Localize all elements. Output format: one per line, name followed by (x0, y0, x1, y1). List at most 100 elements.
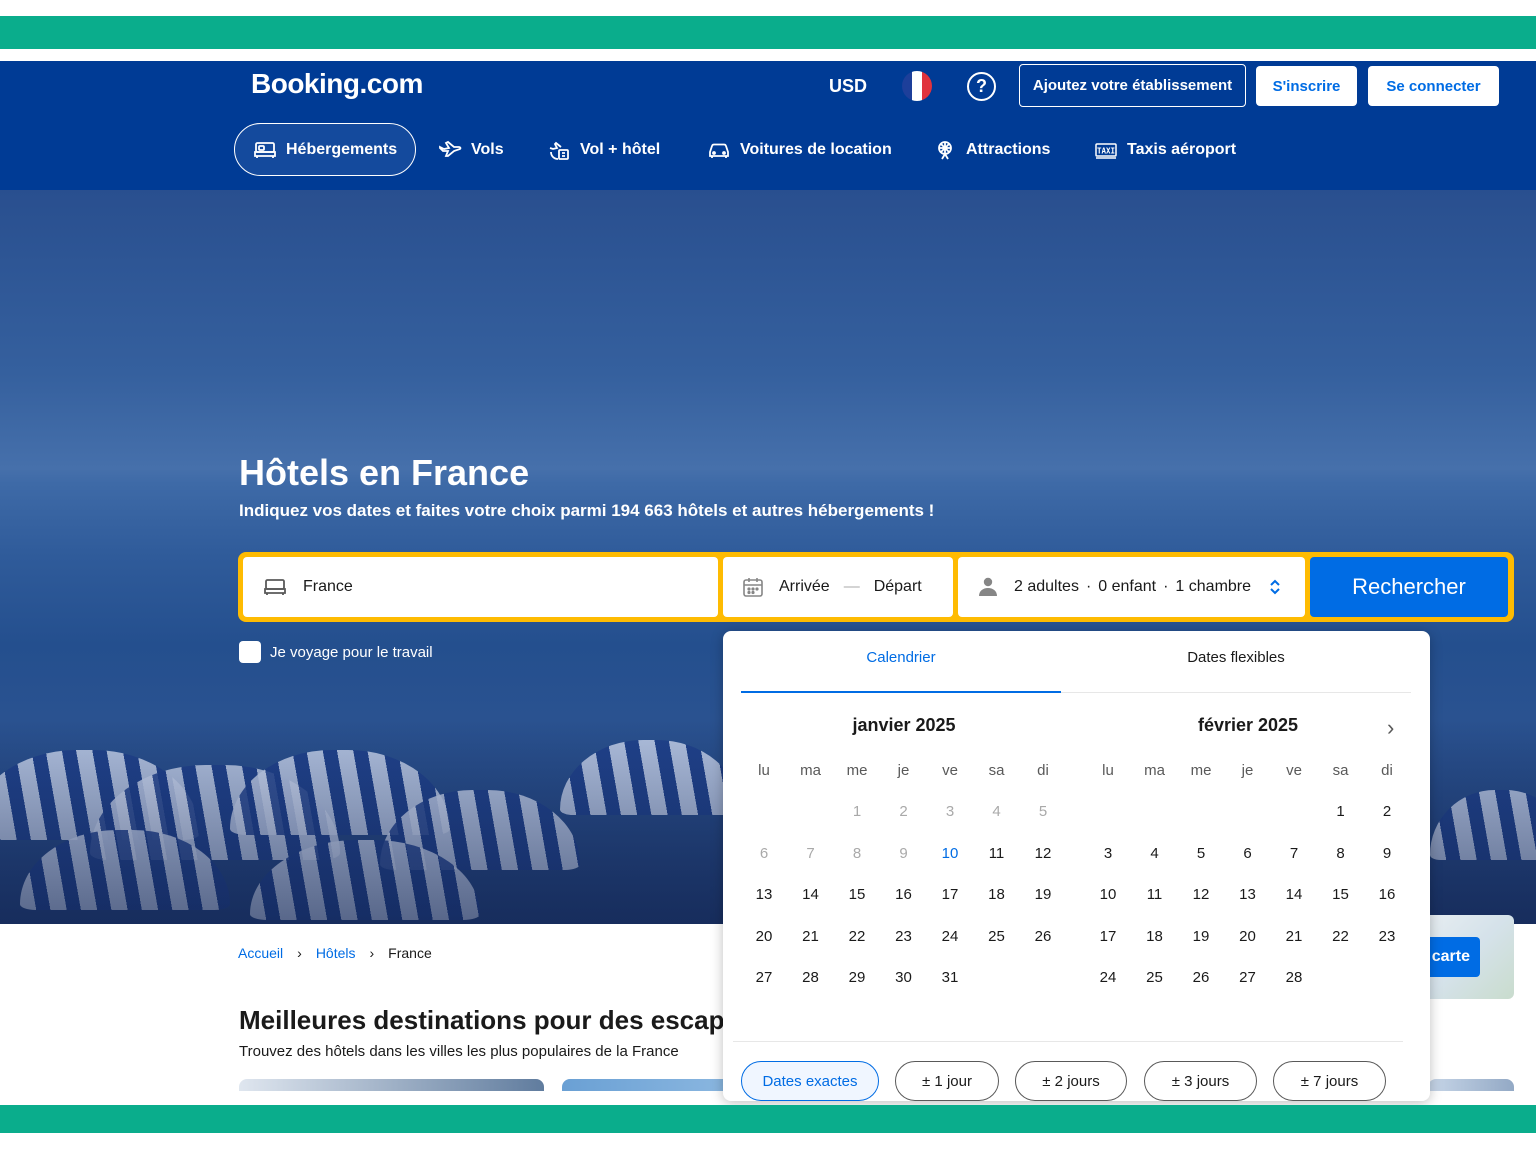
calendar-day[interactable]: 22 (1318, 916, 1364, 956)
calendar-day[interactable]: 23 (881, 916, 927, 956)
destination-field[interactable]: France (243, 557, 718, 617)
search-bar: France Arrivée — Départ 2 adultes · 0 en… (238, 552, 1514, 622)
nav-tab-flights[interactable]: Vols (438, 123, 504, 176)
calendar-day[interactable]: 6 (1225, 833, 1271, 873)
chip-plus-minus-3-days[interactable]: ± 3 jours (1144, 1061, 1257, 1101)
weekday-label: je (1241, 761, 1254, 779)
calendar-day[interactable]: 18 (1132, 916, 1178, 956)
weekday-label: di (1037, 761, 1049, 779)
calendar-day[interactable]: 21 (788, 916, 834, 956)
sign-in-button[interactable]: Se connecter (1368, 66, 1499, 106)
work-trip-checkbox[interactable] (239, 641, 261, 663)
booking-logo[interactable]: Booking.com (251, 68, 423, 100)
breadcrumb: Accueil › Hôtels › France (238, 945, 432, 961)
currency-selector[interactable]: USD (829, 76, 867, 97)
calendar-day[interactable]: 18 (974, 875, 1020, 915)
car-icon (709, 143, 729, 158)
page: Booking.com USD ? Ajoutez votre établiss… (0, 0, 1536, 1152)
calendar-day[interactable]: 10 (927, 833, 973, 873)
calendar-day[interactable]: 28 (1271, 958, 1317, 998)
calendar-day[interactable]: 27 (1225, 958, 1271, 998)
calendar-day[interactable]: 19 (1178, 916, 1224, 956)
add-property-button[interactable]: Ajoutez votre établissement (1019, 64, 1246, 107)
calendar-day[interactable]: 16 (1364, 875, 1410, 915)
calendar-day[interactable]: 10 (1085, 875, 1131, 915)
calendar-day[interactable]: 26 (1020, 916, 1066, 956)
destination-card[interactable] (239, 1079, 544, 1091)
section-title: Meilleures destinations pour des escapad… (239, 1005, 784, 1035)
weekday-label: ve (1286, 761, 1302, 779)
calendar-day[interactable]: 29 (834, 958, 880, 998)
dates-field[interactable]: Arrivée — Départ (723, 557, 953, 617)
calendar-day[interactable]: 24 (927, 916, 973, 956)
calendar-day[interactable]: 13 (741, 875, 787, 915)
calendar-day[interactable]: 3 (1085, 833, 1131, 873)
work-trip-option[interactable]: Je voyage pour le travail (239, 641, 433, 663)
calendar-day[interactable]: 2 (1364, 792, 1410, 832)
calendar-day[interactable]: 30 (881, 958, 927, 998)
chip-exact-dates[interactable]: Dates exactes (741, 1061, 879, 1101)
calendar-day[interactable]: 17 (1085, 916, 1131, 956)
calendar-day[interactable]: 12 (1178, 875, 1224, 915)
nav-tab-attractions[interactable]: Attractions (933, 123, 1050, 176)
calendar-day[interactable]: 24 (1085, 958, 1131, 998)
calendar-day[interactable]: 5 (1178, 833, 1224, 873)
calendar-day[interactable]: 20 (1225, 916, 1271, 956)
calendar-day: 3 (945, 803, 955, 820)
chip-plus-minus-7-days[interactable]: ± 7 jours (1273, 1061, 1386, 1101)
calendar-day[interactable]: 22 (834, 916, 880, 956)
calendar-day[interactable]: 11 (1132, 875, 1178, 915)
weekday-label: sa (1332, 761, 1349, 779)
language-flag-icon[interactable] (902, 71, 932, 101)
calendar-day[interactable]: 9 (1364, 833, 1410, 873)
work-trip-label: Je voyage pour le travail (270, 643, 433, 661)
breadcrumb-home[interactable]: Accueil (238, 945, 283, 961)
check-out-label: Départ (873, 578, 922, 595)
calendar-day[interactable]: 31 (927, 958, 973, 998)
calendar-day[interactable]: 13 (1225, 875, 1271, 915)
children-count: 0 enfant (1098, 578, 1157, 595)
calendar-day[interactable]: 17 (927, 875, 973, 915)
calendar-day[interactable]: 15 (1318, 875, 1364, 915)
calendar-day[interactable]: 21 (1271, 916, 1317, 956)
next-month-icon[interactable]: › (1387, 715, 1407, 740)
calendar-day[interactable]: 7 (1271, 833, 1317, 873)
register-button[interactable]: S'inscrire (1256, 66, 1357, 106)
nav-tab-car-rental[interactable]: Voitures de location (707, 123, 892, 176)
breadcrumb-hotels[interactable]: Hôtels (316, 945, 356, 961)
destination-card[interactable] (562, 1079, 732, 1091)
calendar-day[interactable]: 14 (1271, 875, 1317, 915)
calendar-day[interactable]: 1 (1318, 792, 1364, 832)
calendar-day[interactable]: 15 (834, 875, 880, 915)
chip-plus-minus-2-days[interactable]: ± 2 jours (1015, 1061, 1127, 1101)
calendar-day[interactable]: 25 (974, 916, 1020, 956)
search-button[interactable]: Rechercher (1310, 557, 1508, 617)
calendar-day[interactable]: 11 (974, 833, 1020, 873)
calendar-day[interactable]: 19 (1020, 875, 1066, 915)
footer-divider (733, 1041, 1403, 1042)
calendar-day[interactable]: 28 (788, 958, 834, 998)
calendar-day[interactable]: 20 (741, 916, 787, 956)
calendar-day[interactable]: 4 (1132, 833, 1178, 873)
occupancy-field[interactable]: 2 adultes · 0 enfant · 1 chambre (958, 557, 1305, 617)
tab-flexible-dates[interactable]: Dates flexibles (1061, 649, 1411, 666)
nav-tab-airport-taxis[interactable]: TAXI Taxis aéroport (1094, 123, 1236, 176)
calendar-day[interactable]: 8 (1318, 833, 1364, 873)
destination-card[interactable] (1428, 1079, 1514, 1091)
nav-tab-attractions-label: Attractions (966, 140, 1051, 158)
calendar-day[interactable]: 27 (741, 958, 787, 998)
chevron-up-down-icon (1270, 579, 1280, 595)
help-icon[interactable]: ? (967, 72, 996, 101)
calendar-day[interactable]: 23 (1364, 916, 1410, 956)
nav-tab-flight-hotel[interactable]: Vol + hôtel (547, 123, 660, 176)
calendar-day[interactable]: 26 (1178, 958, 1224, 998)
calendar-day: 7 (806, 844, 815, 862)
calendar-day[interactable]: 12 (1020, 833, 1066, 873)
chip-plus-minus-1-day[interactable]: ± 1 jour (895, 1061, 999, 1101)
calendar-day[interactable]: 25 (1132, 958, 1178, 998)
calendar-day[interactable]: 14 (788, 875, 834, 915)
nav-tab-stays[interactable]: Hébergements (234, 123, 417, 176)
month-title-february: février 2025 (1197, 715, 1299, 735)
tab-calendar[interactable]: Calendrier (741, 649, 1061, 666)
calendar-day[interactable]: 16 (881, 875, 927, 915)
